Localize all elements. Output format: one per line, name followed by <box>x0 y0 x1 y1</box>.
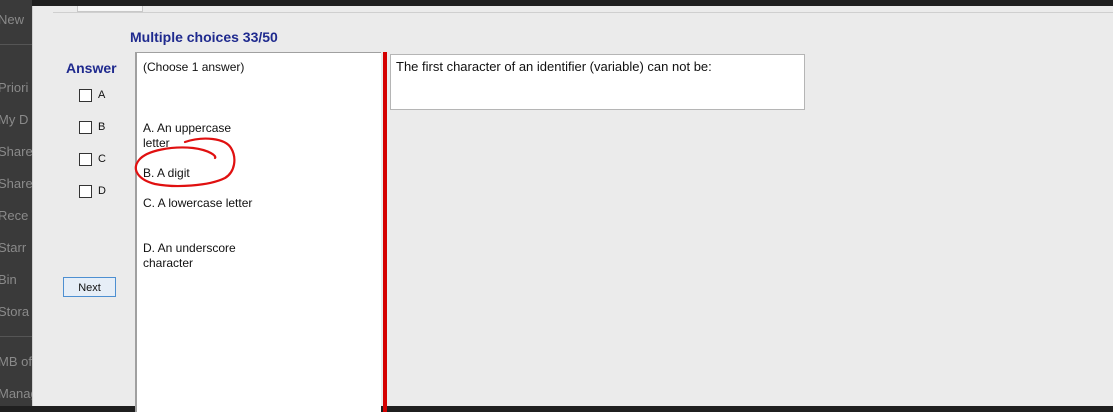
tab[interactable] <box>77 6 143 12</box>
answer-checkbox-b[interactable]: B <box>79 120 105 134</box>
bg-item-manage: Manag <box>0 386 32 401</box>
question-text: The first character of an identifier (va… <box>396 59 712 74</box>
checkbox-label: A <box>98 89 106 101</box>
bg-item-recent: Rece <box>0 208 29 223</box>
option-d-text: D. An underscore character <box>143 241 236 270</box>
bg-item-my-drive: My D <box>0 112 29 127</box>
bg-item-storage-usage: MB of <box>0 354 32 369</box>
bg-item-new: New <box>0 12 25 27</box>
quiz-window: Multiple choices 33/50 Answer A B C D Ne… <box>32 6 1113 412</box>
bg-divider <box>0 336 32 337</box>
checkbox-icon[interactable] <box>79 152 92 166</box>
bg-item-shared-with-me: Share <box>0 176 32 191</box>
option-c-text: C. A lowercase letter <box>143 196 253 210</box>
quiz-title: Multiple choices 33/50 <box>130 29 278 45</box>
options-panel: (Choose 1 answer) A. An uppercase letter… <box>135 52 381 412</box>
bg-item-starred: Starr <box>0 240 27 255</box>
question-box: The first character of an identifier (va… <box>390 54 805 110</box>
checkbox-label: B <box>98 121 106 133</box>
background-app-sidebar: New Priori My D Share Share Rece Starr B… <box>0 0 32 406</box>
panel-splitter[interactable] <box>383 52 387 412</box>
answer-label: Answer <box>66 60 117 76</box>
answer-checkbox-c[interactable]: C <box>79 152 106 166</box>
instruction-text: (Choose 1 answer) <box>143 60 245 74</box>
checkbox-icon[interactable] <box>79 184 92 198</box>
checkbox-icon[interactable] <box>79 120 92 134</box>
red-circle-annotation-icon <box>134 137 236 188</box>
answer-checkbox-a[interactable]: A <box>79 88 105 102</box>
checkbox-label: D <box>98 185 106 197</box>
bg-item-storage: Stora <box>0 304 30 319</box>
bg-item-shared-drives: Share <box>0 144 32 159</box>
bg-item-priority: Priori <box>0 80 29 95</box>
tab-strip <box>53 6 1113 13</box>
bg-item-bin: Bin <box>0 272 17 287</box>
bg-divider <box>0 44 32 45</box>
checkbox-label: C <box>98 153 106 165</box>
next-button[interactable]: Next <box>63 277 116 297</box>
answer-checkbox-d[interactable]: D <box>79 184 106 198</box>
checkbox-icon[interactable] <box>79 88 92 102</box>
